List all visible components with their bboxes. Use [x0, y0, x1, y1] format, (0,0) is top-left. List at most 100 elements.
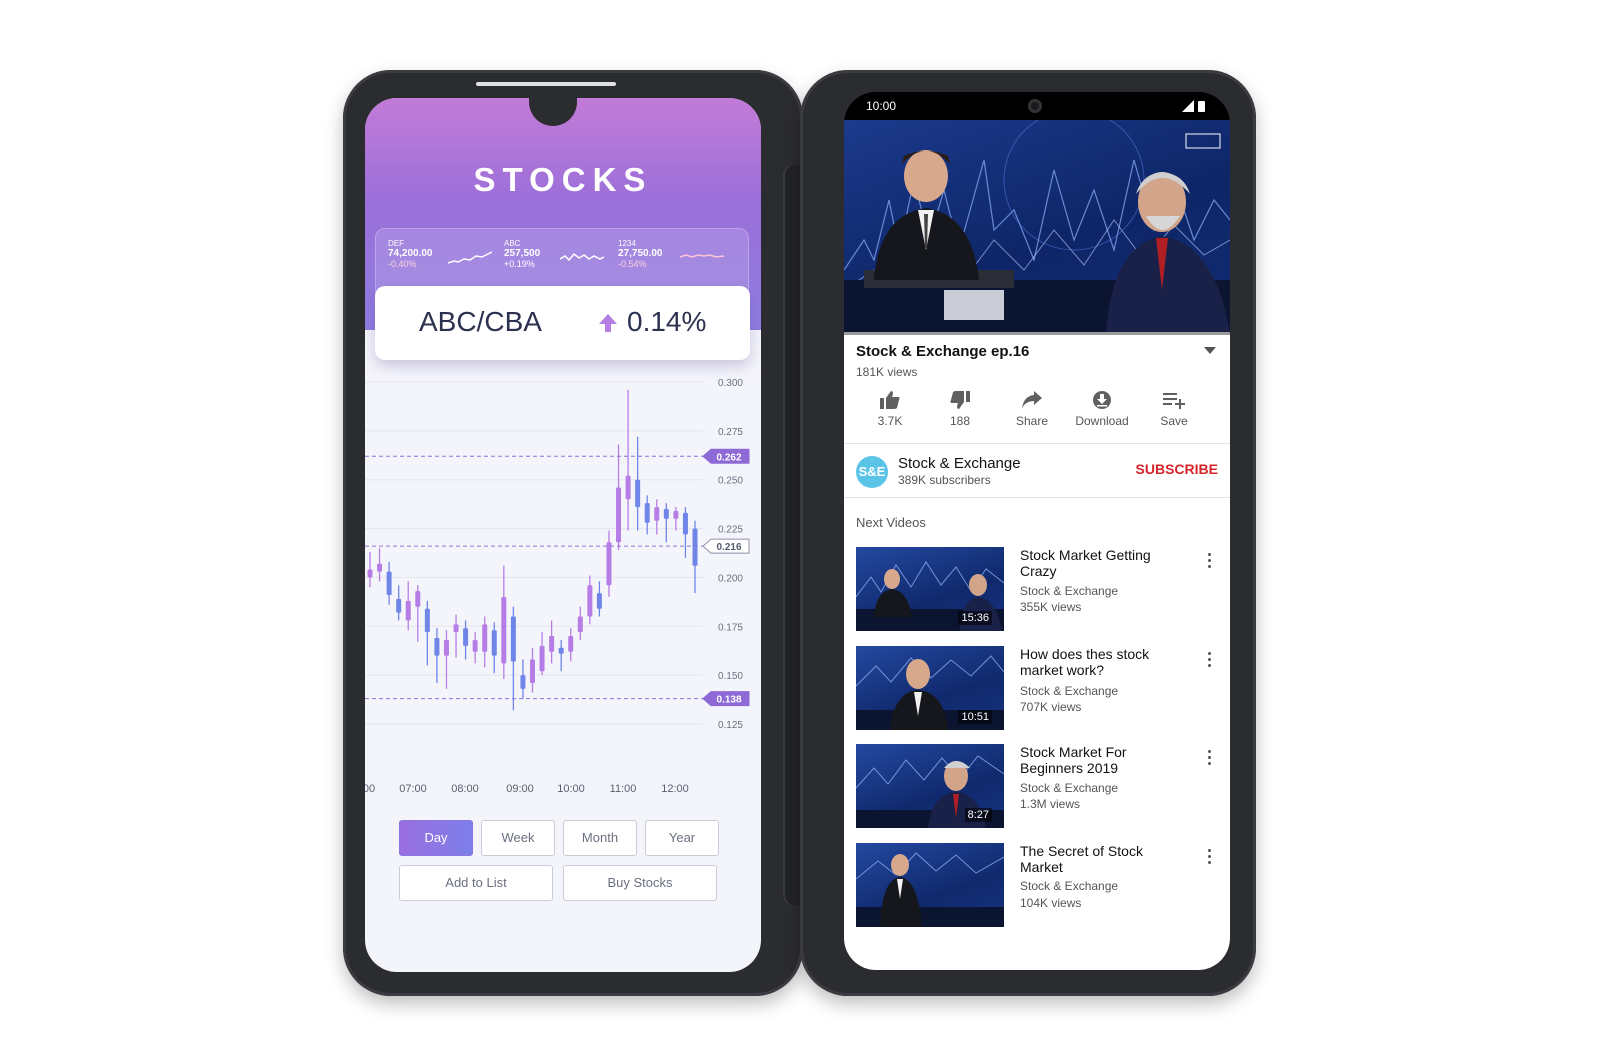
share-button[interactable]: Share: [1002, 391, 1062, 428]
signal-battery-icon: [1182, 100, 1205, 112]
candle-body: [405, 600, 411, 621]
video-app-screen: 10:00 Stock & Exchange ep.16 181K views …: [844, 92, 1230, 970]
next-video-channel: Stock & Exchange: [1020, 781, 1119, 795]
next-video-views: 104K views: [1020, 896, 1082, 910]
next-video-channel: Stock & Exchange: [1020, 584, 1119, 598]
ticker-1234[interactable]: 1234 27,750.00 -0.54%: [618, 239, 724, 269]
video-details-panel: Stock & Exchange ep.16 181K views 3.7K 1…: [844, 335, 1230, 970]
candle-body: [415, 591, 421, 607]
y-tick-label: 0.250: [718, 476, 743, 487]
next-video-title[interactable]: How does thes stock market work?: [1020, 646, 1170, 678]
range-week-button[interactable]: Week: [481, 820, 555, 856]
buy-stocks-button[interactable]: Buy Stocks: [563, 865, 717, 901]
ticker-price: 27,750.00: [618, 248, 663, 259]
video-views: 181K views: [856, 365, 918, 379]
x-tick-label: 09:00: [506, 783, 534, 795]
next-video-title[interactable]: The Secret of Stock Market: [1020, 843, 1170, 875]
candle-body: [520, 675, 526, 689]
video-thumbnail[interactable]: 15:36: [856, 547, 1004, 631]
y-tick-label: 0.150: [718, 671, 743, 682]
subscribe-button[interactable]: SUBSCRIBE: [1136, 461, 1218, 477]
right-phone-screen-frame: 10:00 Stock & Exchange ep.16 181K views …: [800, 70, 1256, 996]
app-title: STOCKS: [473, 161, 653, 198]
like-button[interactable]: 3.7K: [860, 391, 920, 428]
more-options-icon[interactable]: [1208, 849, 1212, 867]
save-button[interactable]: Save: [1144, 391, 1204, 428]
save-icon: [1163, 393, 1185, 409]
download-icon: [1093, 391, 1111, 409]
status-time: 10:00: [866, 99, 897, 113]
next-video-title[interactable]: Stock Market For Beginners 2019: [1020, 744, 1170, 776]
thumbs-up-icon: [880, 391, 900, 409]
chevron-down-icon[interactable]: [1204, 347, 1216, 354]
candle-body: [616, 487, 622, 543]
candle-body: [587, 585, 593, 617]
candlestick-chart[interactable]: 0.300 0.275 0.250 0.225 0.200 0.175 0.150 0.125…: [365, 368, 761, 798]
candle-body: [558, 647, 564, 654]
more-options-icon[interactable]: [1208, 652, 1212, 670]
range-day-button[interactable]: Day: [399, 820, 473, 856]
range-year-button[interactable]: Year: [645, 820, 719, 856]
x-tick-label: 12:00: [661, 783, 689, 795]
candle-body: [596, 593, 602, 609]
x-tick-label: 00: [365, 783, 375, 795]
candle-body: [682, 512, 688, 535]
dislike-button[interactable]: 188: [930, 391, 990, 428]
next-video-item[interactable]: 10:51 How does thes stock market work? S…: [856, 646, 1220, 734]
range-month-button[interactable]: Month: [563, 820, 637, 856]
share-icon: [1022, 391, 1042, 408]
candle-body: [577, 616, 583, 633]
y-tick-label: 0.175: [718, 622, 743, 633]
thumbs-down-icon: [950, 391, 970, 409]
y-tick-label: 0.125: [718, 720, 743, 731]
next-video-item[interactable]: 15:36 Stock Market Getting Crazy Stock &…: [856, 547, 1220, 635]
add-to-list-button[interactable]: Add to List: [399, 865, 553, 901]
video-frame-illustration: [844, 120, 1230, 334]
candle-body: [424, 608, 430, 633]
download-label: Download: [1075, 414, 1129, 428]
next-video-title[interactable]: Stock Market Getting Crazy: [1020, 547, 1170, 579]
channel-name[interactable]: Stock & Exchange: [898, 455, 1021, 472]
video-duration: 15:36: [958, 611, 992, 625]
next-video-item[interactable]: The Secret of Stock Market Stock & Excha…: [856, 843, 1220, 931]
next-video-views: 707K views: [1020, 700, 1082, 714]
more-options-icon[interactable]: [1208, 553, 1212, 571]
x-tick-label: 10:00: [557, 783, 585, 795]
candle-body: [568, 636, 574, 652]
more-options-icon[interactable]: [1208, 750, 1212, 768]
candle-body: [606, 542, 612, 586]
candle-body: [472, 639, 478, 652]
y-tick-label: 0.275: [718, 427, 743, 438]
video-player[interactable]: [844, 120, 1230, 334]
next-video-item[interactable]: 8:27 Stock Market For Beginners 2019 Sto…: [856, 744, 1220, 832]
video-title: Stock & Exchange ep.16: [856, 343, 1030, 360]
y-tick-label: 0.200: [718, 573, 743, 584]
video-duration: 8:27: [964, 808, 992, 822]
video-thumbnail[interactable]: 10:51: [856, 646, 1004, 730]
video-thumbnail[interactable]: [856, 843, 1004, 927]
ticker-def[interactable]: DEF 74,200.00 -0.40%: [388, 239, 492, 269]
divider: [844, 443, 1230, 444]
video-thumbnail[interactable]: 8:27: [856, 744, 1004, 828]
x-tick-label: 11:00: [610, 783, 637, 795]
ticker-change: -0.54%: [618, 259, 647, 269]
next-video-channel: Stock & Exchange: [1020, 879, 1119, 893]
speaker-grille: [476, 82, 616, 86]
download-button[interactable]: Download: [1072, 391, 1132, 428]
like-count: 3.7K: [877, 414, 903, 428]
candle-body: [549, 636, 555, 652]
channel-avatar[interactable]: S&E: [856, 456, 888, 488]
next-video-views: 355K views: [1020, 600, 1082, 614]
candle-body: [396, 598, 402, 613]
ticker-sparkline: [448, 251, 492, 264]
left-phone-screen-frame: STOCKS DEF 74,200.00 -0.40% ABC 257,500 …: [343, 70, 803, 996]
pair-summary-card[interactable]: ABC/CBA 0.14%: [375, 286, 750, 360]
camera-notch: [529, 98, 577, 126]
candle-body: [692, 528, 698, 566]
dislike-count: 188: [949, 414, 971, 428]
ticker-abc[interactable]: ABC 257,500 +0.19%: [504, 239, 604, 269]
candle-body: [453, 624, 459, 633]
video-duration: 10:51: [958, 710, 992, 724]
candle-body: [510, 616, 516, 662]
candle-body: [386, 571, 392, 596]
